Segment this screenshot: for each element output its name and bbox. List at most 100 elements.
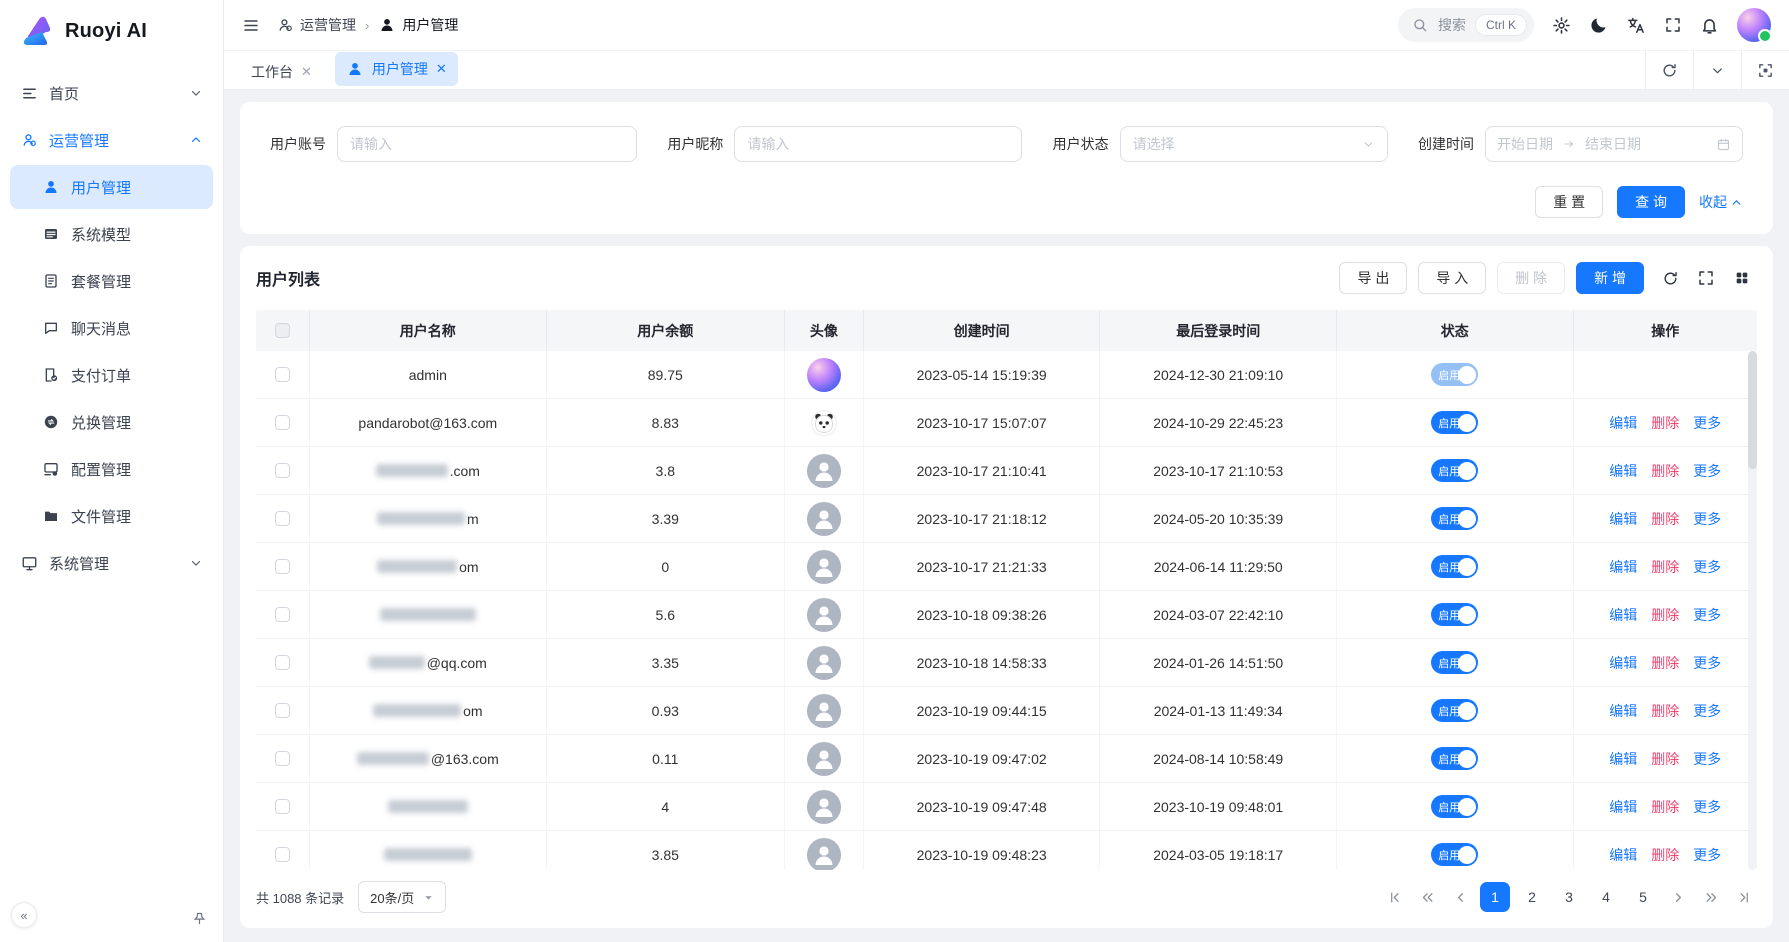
page-button-1[interactable]: 1 xyxy=(1480,882,1510,912)
status-toggle[interactable]: 启用 xyxy=(1431,651,1478,674)
page-size-select[interactable]: 20条/页 xyxy=(358,881,446,913)
row-checkbox[interactable] xyxy=(275,367,290,382)
row-checkbox[interactable] xyxy=(275,847,290,862)
sidebar-item-系统模型[interactable]: 系统模型 xyxy=(10,212,213,256)
status-toggle[interactable]: 启用 xyxy=(1431,363,1478,386)
edit-link[interactable]: 编辑 xyxy=(1609,509,1637,529)
account-input[interactable] xyxy=(337,126,637,162)
breadcrumb-item[interactable]: 用户管理 xyxy=(378,15,458,35)
delete-link[interactable]: 删除 xyxy=(1651,653,1679,673)
row-checkbox[interactable] xyxy=(275,751,290,766)
first-page-icon[interactable] xyxy=(1381,884,1407,910)
edit-link[interactable]: 编辑 xyxy=(1609,797,1637,817)
edit-link[interactable]: 编辑 xyxy=(1609,653,1637,673)
delete-link[interactable]: 删除 xyxy=(1651,605,1679,625)
row-checkbox[interactable] xyxy=(275,799,290,814)
delete-link[interactable]: 删除 xyxy=(1651,461,1679,481)
more-link[interactable]: 更多 xyxy=(1693,845,1721,865)
date-range-picker[interactable]: 开始日期 结束日期 xyxy=(1485,126,1743,162)
import-button[interactable]: 导 入 xyxy=(1418,262,1486,294)
sidebar-collapse-button[interactable]: « xyxy=(11,902,37,928)
user-avatar[interactable] xyxy=(1737,8,1771,42)
status-select[interactable]: 请选择 xyxy=(1120,126,1388,162)
row-checkbox[interactable] xyxy=(275,511,290,526)
breadcrumb-item[interactable]: 运营管理 xyxy=(276,15,356,35)
table-scrollbar[interactable] xyxy=(1748,351,1757,870)
sidebar-item-首页[interactable]: 首页 xyxy=(10,71,213,115)
nickname-input[interactable] xyxy=(734,126,1022,162)
sidebar-item-支付订单[interactable]: 支付订单 xyxy=(10,353,213,397)
more-link[interactable]: 更多 xyxy=(1693,413,1721,433)
row-checkbox[interactable] xyxy=(275,607,290,622)
edit-link[interactable]: 编辑 xyxy=(1609,605,1637,625)
status-toggle[interactable]: 启用 xyxy=(1431,459,1478,482)
status-toggle[interactable]: 启用 xyxy=(1431,795,1478,818)
more-link[interactable]: 更多 xyxy=(1693,461,1721,481)
edit-link[interactable]: 编辑 xyxy=(1609,749,1637,769)
global-search[interactable]: 搜索 Ctrl K xyxy=(1398,8,1534,42)
row-checkbox[interactable] xyxy=(275,703,290,718)
settings-icon[interactable] xyxy=(1552,16,1571,35)
tab-工作台[interactable]: 工作台✕ xyxy=(240,55,323,89)
delete-link[interactable]: 删除 xyxy=(1651,797,1679,817)
more-link[interactable]: 更多 xyxy=(1693,701,1721,721)
refresh-icon[interactable] xyxy=(1655,263,1685,293)
reset-button[interactable]: 重 置 xyxy=(1535,186,1603,218)
page-button-3[interactable]: 3 xyxy=(1554,882,1584,912)
row-checkbox[interactable] xyxy=(275,463,290,478)
page-button-4[interactable]: 4 xyxy=(1591,882,1621,912)
sidebar-pin-icon[interactable] xyxy=(192,911,207,926)
more-link[interactable]: 更多 xyxy=(1693,653,1721,673)
edit-link[interactable]: 编辑 xyxy=(1609,701,1637,721)
tab-close-icon[interactable]: ✕ xyxy=(301,65,312,78)
moon-icon[interactable] xyxy=(1589,16,1608,35)
more-link[interactable]: 更多 xyxy=(1693,749,1721,769)
prev-group-icon[interactable] xyxy=(1414,884,1440,910)
sidebar-item-套餐管理[interactable]: 套餐管理 xyxy=(10,259,213,303)
edit-link[interactable]: 编辑 xyxy=(1609,845,1637,865)
sidebar-item-聊天消息[interactable]: 聊天消息 xyxy=(10,306,213,350)
more-link[interactable]: 更多 xyxy=(1693,605,1721,625)
page-button-5[interactable]: 5 xyxy=(1628,882,1658,912)
chevron-down-icon[interactable] xyxy=(1693,51,1741,89)
delete-button[interactable]: 删 除 xyxy=(1497,262,1565,294)
sidebar-toggle-icon[interactable] xyxy=(242,16,260,35)
row-checkbox[interactable] xyxy=(275,559,290,574)
export-button[interactable]: 导 出 xyxy=(1339,262,1407,294)
tab-用户管理[interactable]: 用户管理✕ xyxy=(335,52,458,86)
prev-page-icon[interactable] xyxy=(1447,884,1473,910)
refresh-icon[interactable] xyxy=(1645,51,1693,89)
next-group-icon[interactable] xyxy=(1698,884,1724,910)
status-toggle[interactable]: 启用 xyxy=(1431,411,1478,434)
tab-close-icon[interactable]: ✕ xyxy=(436,62,447,75)
status-toggle[interactable]: 启用 xyxy=(1431,603,1478,626)
more-link[interactable]: 更多 xyxy=(1693,557,1721,577)
sidebar-item-配置管理[interactable]: 配置管理 xyxy=(10,447,213,491)
maximize-icon[interactable] xyxy=(1741,51,1789,89)
more-link[interactable]: 更多 xyxy=(1693,797,1721,817)
delete-link[interactable]: 删除 xyxy=(1651,749,1679,769)
status-toggle[interactable]: 启用 xyxy=(1431,747,1478,770)
bell-icon[interactable] xyxy=(1700,16,1719,35)
scrollbar-thumb[interactable] xyxy=(1748,351,1757,469)
sidebar-item-兑换管理[interactable]: 兑换管理 xyxy=(10,400,213,444)
add-button[interactable]: 新 增 xyxy=(1576,262,1644,294)
fullscreen-icon[interactable] xyxy=(1691,263,1721,293)
delete-link[interactable]: 删除 xyxy=(1651,509,1679,529)
status-toggle[interactable]: 启用 xyxy=(1431,843,1478,866)
column-settings-icon[interactable] xyxy=(1727,263,1757,293)
row-checkbox[interactable] xyxy=(275,655,290,670)
row-checkbox[interactable] xyxy=(275,415,290,430)
sidebar-item-用户管理[interactable]: 用户管理 xyxy=(10,165,213,209)
last-page-icon[interactable] xyxy=(1731,884,1757,910)
edit-link[interactable]: 编辑 xyxy=(1609,461,1637,481)
delete-link[interactable]: 删除 xyxy=(1651,557,1679,577)
edit-link[interactable]: 编辑 xyxy=(1609,557,1637,577)
page-button-2[interactable]: 2 xyxy=(1517,882,1547,912)
more-link[interactable]: 更多 xyxy=(1693,509,1721,529)
select-all-checkbox[interactable] xyxy=(275,323,290,338)
search-button[interactable]: 查 询 xyxy=(1617,186,1685,218)
sidebar-item-文件管理[interactable]: 文件管理 xyxy=(10,494,213,538)
collapse-filter-link[interactable]: 收起 xyxy=(1699,192,1743,212)
fullscreen-icon[interactable] xyxy=(1664,16,1682,34)
